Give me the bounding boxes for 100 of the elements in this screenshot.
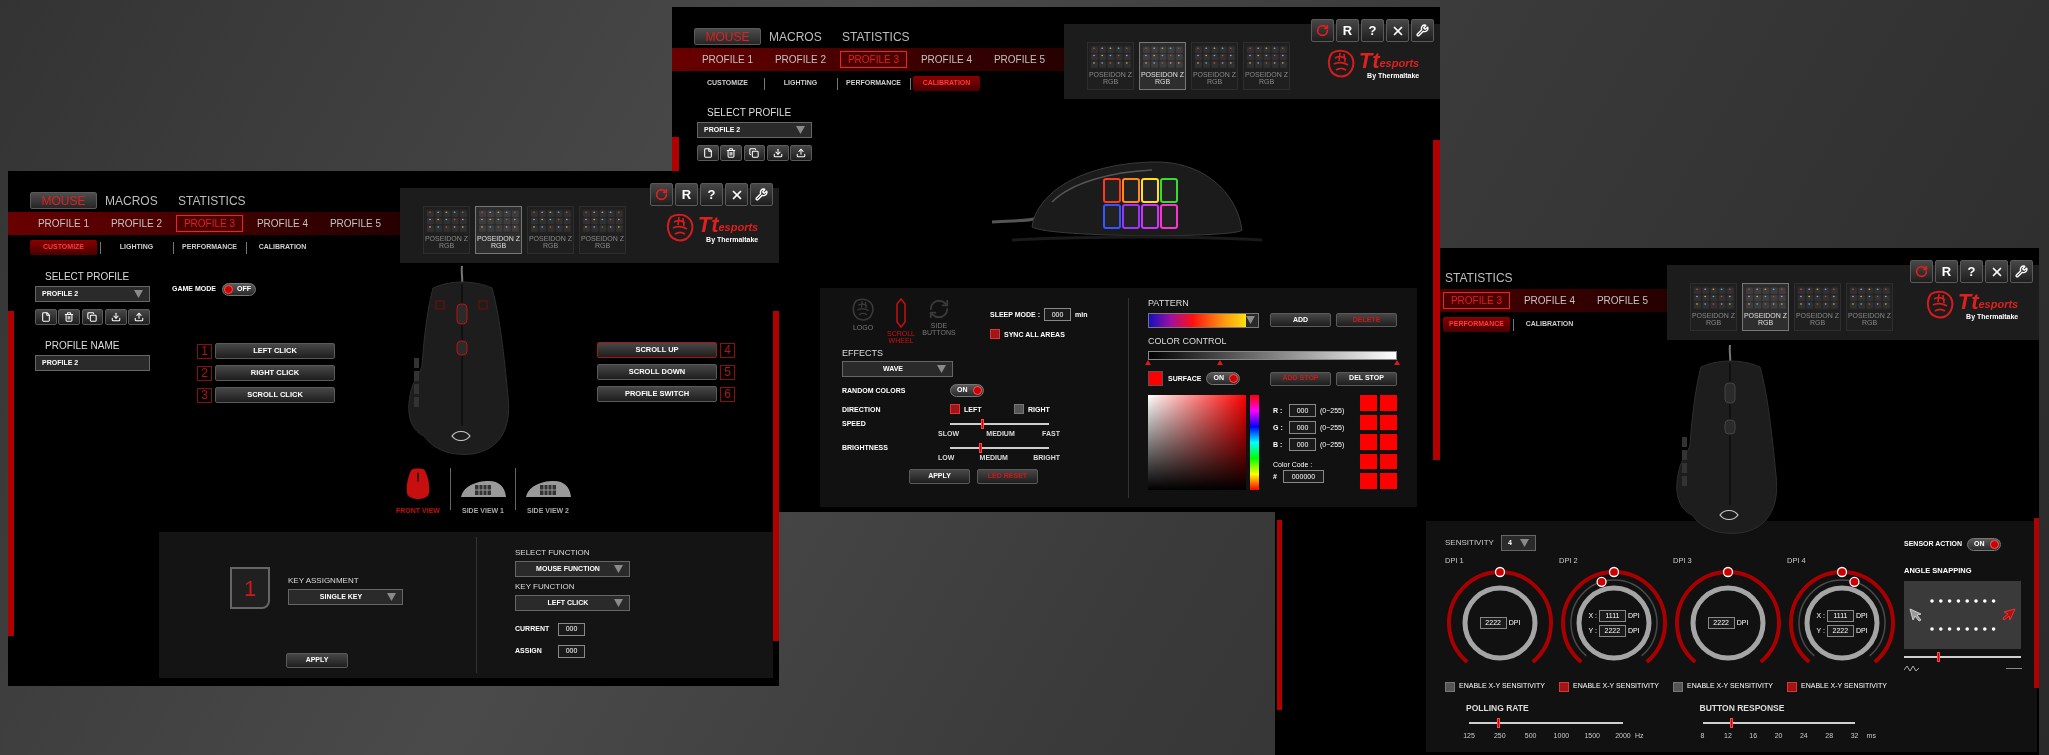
download-icon	[772, 148, 783, 158]
tab[interactable]: STATISTICS	[176, 192, 246, 209]
delete-profile-button[interactable]	[58, 309, 81, 325]
checkbox[interactable]	[990, 329, 1000, 339]
checkbox[interactable]	[1559, 681, 1569, 692]
refresh-button[interactable]	[1311, 19, 1334, 42]
dial-knob[interactable]	[1608, 567, 1620, 578]
import-profile-button[interactable]	[766, 145, 789, 161]
color-swatch[interactable]	[1360, 395, 1377, 411]
dial-knob[interactable]	[1596, 576, 1607, 588]
section-label: BUTTON RESPONSE	[1699, 701, 1786, 715]
caret-icon	[614, 565, 623, 573]
emblem-icon	[1924, 290, 1955, 320]
color-swatch[interactable]	[1380, 395, 1397, 411]
keyboard-icon	[1796, 286, 1839, 310]
dotted-line-drawing	[1929, 627, 1996, 632]
key-number-tile: 1	[230, 567, 270, 609]
import-profile-button[interactable]	[104, 309, 127, 325]
caret-icon	[134, 290, 143, 298]
copy-profile-button[interactable]	[81, 309, 104, 325]
checkbox[interactable]	[1787, 681, 1797, 692]
slider-thumb[interactable]	[978, 443, 982, 453]
close-button[interactable]	[725, 183, 748, 206]
new-profile-button[interactable]	[35, 309, 57, 325]
color-swatch[interactable]	[1380, 473, 1397, 489]
color-picker-area[interactable]	[1148, 395, 1246, 490]
profile-tab[interactable]: PROFILE 5	[322, 215, 389, 232]
caret-icon	[937, 365, 946, 373]
tab[interactable]: STATISTICS	[840, 28, 910, 45]
checkbox[interactable]	[950, 404, 960, 414]
emblem-icon	[851, 298, 875, 322]
slider[interactable]	[1469, 717, 1623, 728]
trash-icon	[726, 148, 737, 158]
export-profile-button[interactable]	[128, 309, 150, 325]
close-button[interactable]	[1985, 260, 2008, 283]
color-swatch[interactable]	[1380, 453, 1397, 469]
slider-thumb[interactable]	[1730, 717, 1734, 728]
profile-tab[interactable]: PROFILE 4	[249, 215, 316, 232]
refresh-button[interactable]	[1910, 260, 1933, 283]
color-swatch[interactable]	[1380, 434, 1397, 450]
tools-button[interactable]	[1411, 19, 1434, 42]
color-swatch[interactable]	[1360, 414, 1377, 430]
color-swatch[interactable]	[1360, 473, 1377, 489]
refresh-icon	[1915, 265, 1928, 278]
dial-knob[interactable]	[1722, 567, 1734, 578]
profile-tab[interactable]: PROFILE 4	[1516, 292, 1583, 309]
tools-button[interactable]	[750, 183, 773, 206]
header-button[interactable]: R	[675, 183, 698, 206]
keyboard-icon	[1848, 286, 1891, 310]
slider[interactable]	[950, 419, 1049, 429]
pattern-dropdown[interactable]	[1148, 312, 1259, 328]
export-profile-button[interactable]	[790, 145, 812, 161]
checkbox[interactable]	[1014, 404, 1024, 414]
header-button[interactable]: ?	[700, 183, 723, 206]
profile-tab[interactable]: PROFILE 4	[913, 51, 980, 68]
color-swatch[interactable]	[1380, 414, 1397, 430]
field-label: KEY ASSIGNMENT	[288, 575, 360, 587]
dial-knob[interactable]	[1849, 576, 1860, 588]
keyboard-icon	[1692, 286, 1735, 310]
color-swatch[interactable]	[1148, 371, 1163, 386]
dial-knob[interactable]	[1494, 567, 1506, 578]
color-stop-marker[interactable]	[1394, 360, 1400, 365]
slider-thumb[interactable]	[980, 419, 984, 429]
profile-tab[interactable]: PROFILE 5	[1589, 292, 1656, 309]
header-button[interactable]: ?	[1361, 19, 1384, 42]
tools-button[interactable]	[2010, 260, 2033, 283]
key-number: 1	[197, 343, 212, 359]
circular-arrows-icon	[928, 298, 950, 320]
checkbox[interactable]	[1445, 681, 1455, 692]
header-button[interactable]: R	[1935, 260, 1958, 283]
dial-knob[interactable]	[1836, 567, 1848, 578]
close-button[interactable]	[1386, 19, 1409, 42]
slider[interactable]	[950, 443, 1049, 453]
checkbox[interactable]	[1673, 681, 1683, 692]
slider[interactable]	[1904, 652, 2021, 663]
field-label: PROFILE NAME	[45, 339, 121, 353]
slider-thumb[interactable]	[1936, 652, 1940, 663]
tab[interactable]: MACROS	[767, 28, 834, 45]
profile-tab[interactable]: PROFILE 2	[767, 51, 834, 68]
color-swatch[interactable]	[1360, 453, 1377, 469]
wave-icon	[1904, 665, 1920, 673]
header-button[interactable]: ?	[1960, 260, 1983, 283]
upload-icon	[796, 148, 807, 158]
slider[interactable]	[1702, 717, 1855, 728]
delete-profile-button[interactable]	[720, 145, 743, 161]
field-label: SELECT FUNCTION	[515, 547, 591, 559]
profile-tab[interactable]: PROFILE 2	[103, 215, 170, 232]
new-profile-button[interactable]	[697, 145, 719, 161]
profile-tab[interactable]: PROFILE 1	[30, 215, 97, 232]
profile-tab[interactable]: PROFILE 5	[986, 51, 1053, 68]
header-button[interactable]: R	[1336, 19, 1359, 42]
slider-thumb[interactable]	[1497, 717, 1501, 728]
color-stop-marker[interactable]	[1145, 360, 1151, 365]
copy-profile-button[interactable]	[743, 145, 766, 161]
tab[interactable]: MACROS	[103, 192, 170, 209]
dotted-line-drawing	[1929, 599, 1996, 604]
tab[interactable]: STATISTICS	[1443, 269, 1513, 286]
refresh-button[interactable]	[650, 183, 673, 206]
color-swatch[interactable]	[1360, 434, 1377, 450]
profile-tab[interactable]: PROFILE 1	[694, 51, 761, 68]
